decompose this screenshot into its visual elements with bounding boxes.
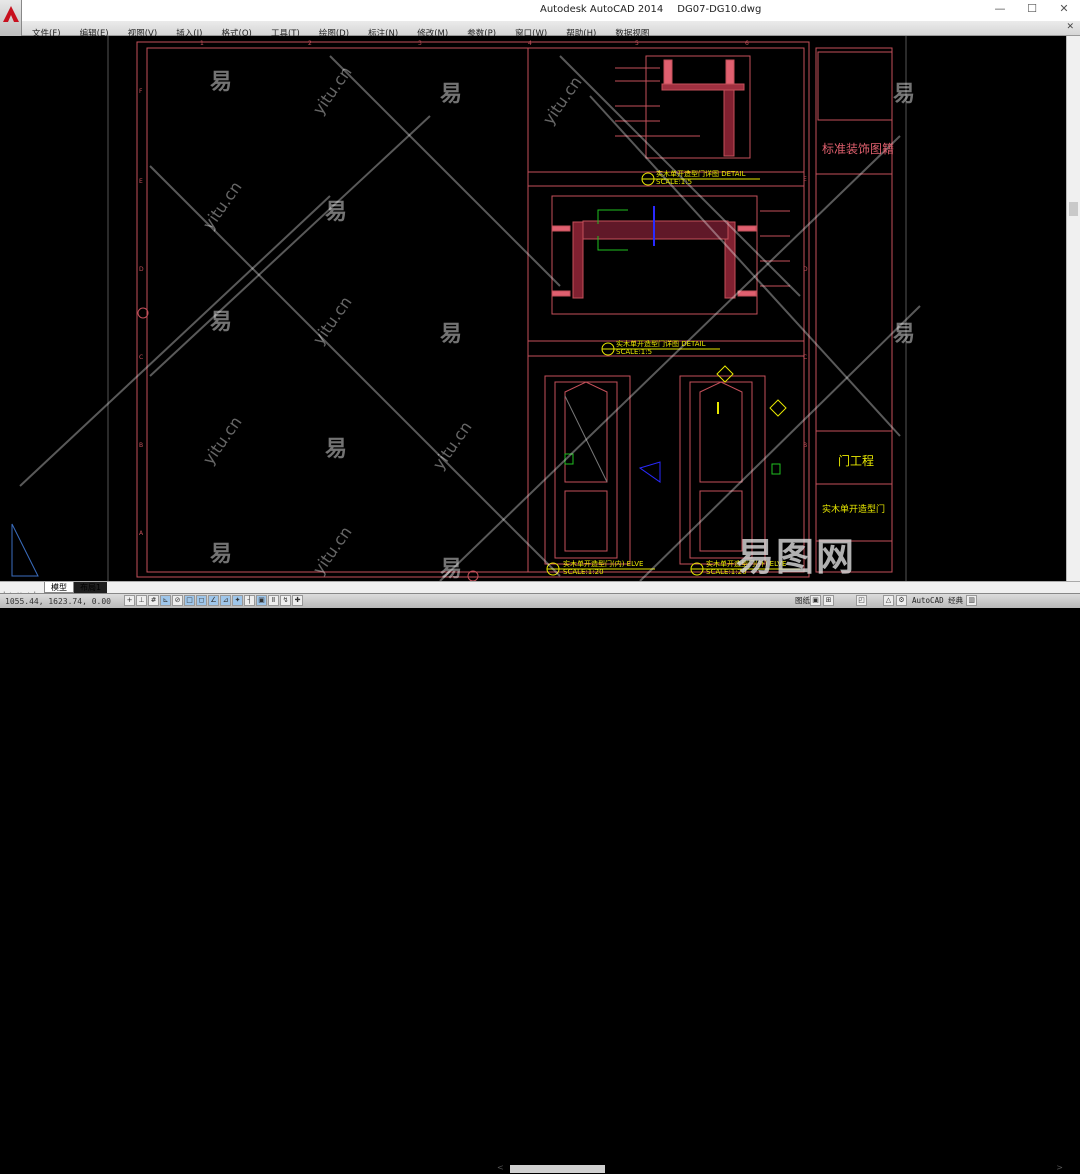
detail-b-label: 实木单开造型门详图 DETAIL SCALE:1:5 [656, 170, 746, 186]
tab-model[interactable]: 模型 [44, 582, 74, 593]
watermark: 易 [893, 82, 916, 107]
status-bar: 1055.44, 1623.74, 0.00 + ⊥ # ⊾ ⊘ □ ◻ ∠ ⊿… [0, 593, 1080, 608]
row-label: D [803, 266, 808, 273]
dynamic-input-toggle[interactable]: ✦ [232, 595, 243, 606]
lineweight-toggle[interactable]: ┤ [244, 595, 255, 606]
elevation-inside [544, 375, 661, 565]
app-name: Autodesk AutoCAD 2014 [540, 4, 664, 15]
title-block-title: 标准装饰图籍 [822, 142, 895, 156]
row-label: D [139, 266, 144, 273]
grid-display-toggle[interactable]: # [148, 595, 159, 606]
row-label: E [139, 178, 143, 185]
cad-drawing [11, 36, 921, 581]
application-menu-button[interactable] [0, 0, 22, 36]
infer-constraints-toggle[interactable]: + [124, 595, 135, 606]
title-bar: Autodesk AutoCAD 2014 DG07-DG10.dwg — ☐ ✕ [0, 0, 1080, 21]
ortho-mode-toggle[interactable]: ⊾ [160, 595, 171, 606]
watermark: 易 [325, 200, 348, 225]
workspace-switching-icon[interactable]: ⚙ [896, 595, 907, 606]
drawing-name: 实木单开造型门 [822, 505, 886, 515]
window-title: Autodesk AutoCAD 2014 DG07-DG10.dwg [540, 4, 775, 15]
model-space-label[interactable]: 图纸 [795, 595, 810, 606]
object-snap-toggle[interactable]: □ [184, 595, 195, 606]
status-tray: 图纸 ▣ ⊞ ◰ △ ⚙ AutoCAD 经典 ▥ [795, 595, 979, 606]
autocad-logo-icon [3, 6, 19, 22]
maximize-button[interactable]: ☐ [1022, 2, 1042, 15]
col-label: 1 [200, 40, 204, 47]
drawing-close-button[interactable]: ✕ [1066, 22, 1074, 32]
scroll-right-button[interactable]: > [1056, 1163, 1063, 1172]
minimize-button[interactable]: — [990, 2, 1010, 15]
detail-title: 实木单开造型门详图 DETAIL [616, 340, 706, 348]
menu-bar: 文件(F) 编辑(E) 视图(V) 插入(I) 格式(O) 工具(T) 绘图(D… [22, 21, 1080, 39]
elevation-inside-label: 实木单开造型门(内) ELVE SCALE:1:20 [563, 560, 643, 576]
row-label: C [803, 354, 808, 361]
toolbar-lock-button[interactable]: ▥ [966, 595, 978, 606]
watermark: 易 [325, 437, 348, 462]
watermark: 易 [210, 310, 233, 335]
horizontal-scrollbar[interactable]: < > [490, 1163, 1065, 1174]
transparency-toggle[interactable]: ▣ [256, 595, 267, 606]
drafting-mode-buttons: + ⊥ # ⊾ ⊘ □ ◻ ∠ ⊿ ✦ ┤ ▣ Ⅱ ↯ ✚ [124, 595, 304, 606]
watermark: 易 [440, 322, 463, 347]
annotation-visibility-button[interactable]: △ [883, 595, 894, 606]
polar-tracking-toggle[interactable]: ⊘ [172, 595, 183, 606]
detail-scale: SCALE:1:5 [616, 348, 653, 356]
elevation-scale: SCALE:1:20 [563, 568, 604, 576]
project-name: 门工程 [838, 454, 875, 468]
ucs-icon [11, 523, 39, 577]
dynamic-ucs-toggle[interactable]: ⊿ [220, 595, 231, 606]
annotation-scale-button[interactable]: ◰ [856, 595, 867, 606]
row-label: A [139, 530, 144, 537]
row-label: F [139, 88, 143, 95]
watermark: 易 [893, 322, 916, 347]
detail-title: 实木单开造型门详图 DETAIL [656, 170, 746, 178]
3d-object-snap-toggle[interactable]: ◻ [196, 595, 207, 606]
quick-view-drawings-button[interactable]: ⊞ [823, 595, 834, 606]
detail-b-section [615, 55, 751, 159]
col-label: 2 [308, 40, 312, 47]
scrollbar-thumb[interactable] [510, 1165, 605, 1173]
watermark-lines [19, 55, 921, 581]
elevation-title: 实木单开造型门(内) ELVE [563, 560, 644, 568]
col-label: 3 [418, 40, 422, 47]
watermark: 易 [210, 542, 233, 567]
drawing-canvas[interactable]: 1 2 3 4 5 6 F E D C B A E D C B 标准装饰图籍 门… [0, 36, 1066, 581]
col-label: 5 [635, 40, 639, 47]
watermark: 易 [210, 70, 233, 95]
layout-tabs: |◀ ◀ ▶ ▶| 模型 布局1 < > [0, 581, 1080, 1173]
row-label: E [803, 176, 807, 183]
row-label: C [139, 354, 144, 361]
file-name: DG07-DG10.dwg [677, 4, 762, 15]
detail-scale: SCALE:1:5 [656, 178, 693, 186]
selection-cycling-toggle[interactable]: ↯ [280, 595, 291, 606]
watermark: 易 [440, 557, 463, 581]
close-button[interactable]: ✕ [1054, 2, 1074, 15]
quick-properties-toggle[interactable]: Ⅱ [268, 595, 279, 606]
row-label: B [139, 442, 144, 449]
col-label: 4 [528, 40, 532, 47]
workspace-dropdown[interactable]: AutoCAD 经典 [912, 595, 963, 606]
watermark: 易 [440, 82, 463, 107]
site-logo-watermark: 易图网 [736, 535, 857, 579]
coordinate-readout: 1055.44, 1623.74, 0.00 [5, 597, 111, 606]
col-label: 6 [745, 40, 749, 47]
tab-layout1[interactable]: 布局1 [74, 582, 108, 593]
row-label: B [803, 442, 808, 449]
annotation-monitor-toggle[interactable]: ✚ [292, 595, 303, 606]
quick-view-layouts-button[interactable]: ▣ [810, 595, 821, 606]
detail-a-label: 实木单开造型门详图 DETAIL SCALE:1:5 [616, 340, 706, 356]
scroll-left-button[interactable]: < [497, 1163, 504, 1172]
detail-a-section [551, 195, 790, 315]
object-snap-tracking-toggle[interactable]: ∠ [208, 595, 219, 606]
vertical-scrollbar[interactable] [1066, 36, 1080, 581]
scrollbar-thumb[interactable] [1069, 202, 1078, 216]
snap-mode-toggle[interactable]: ⊥ [136, 595, 147, 606]
